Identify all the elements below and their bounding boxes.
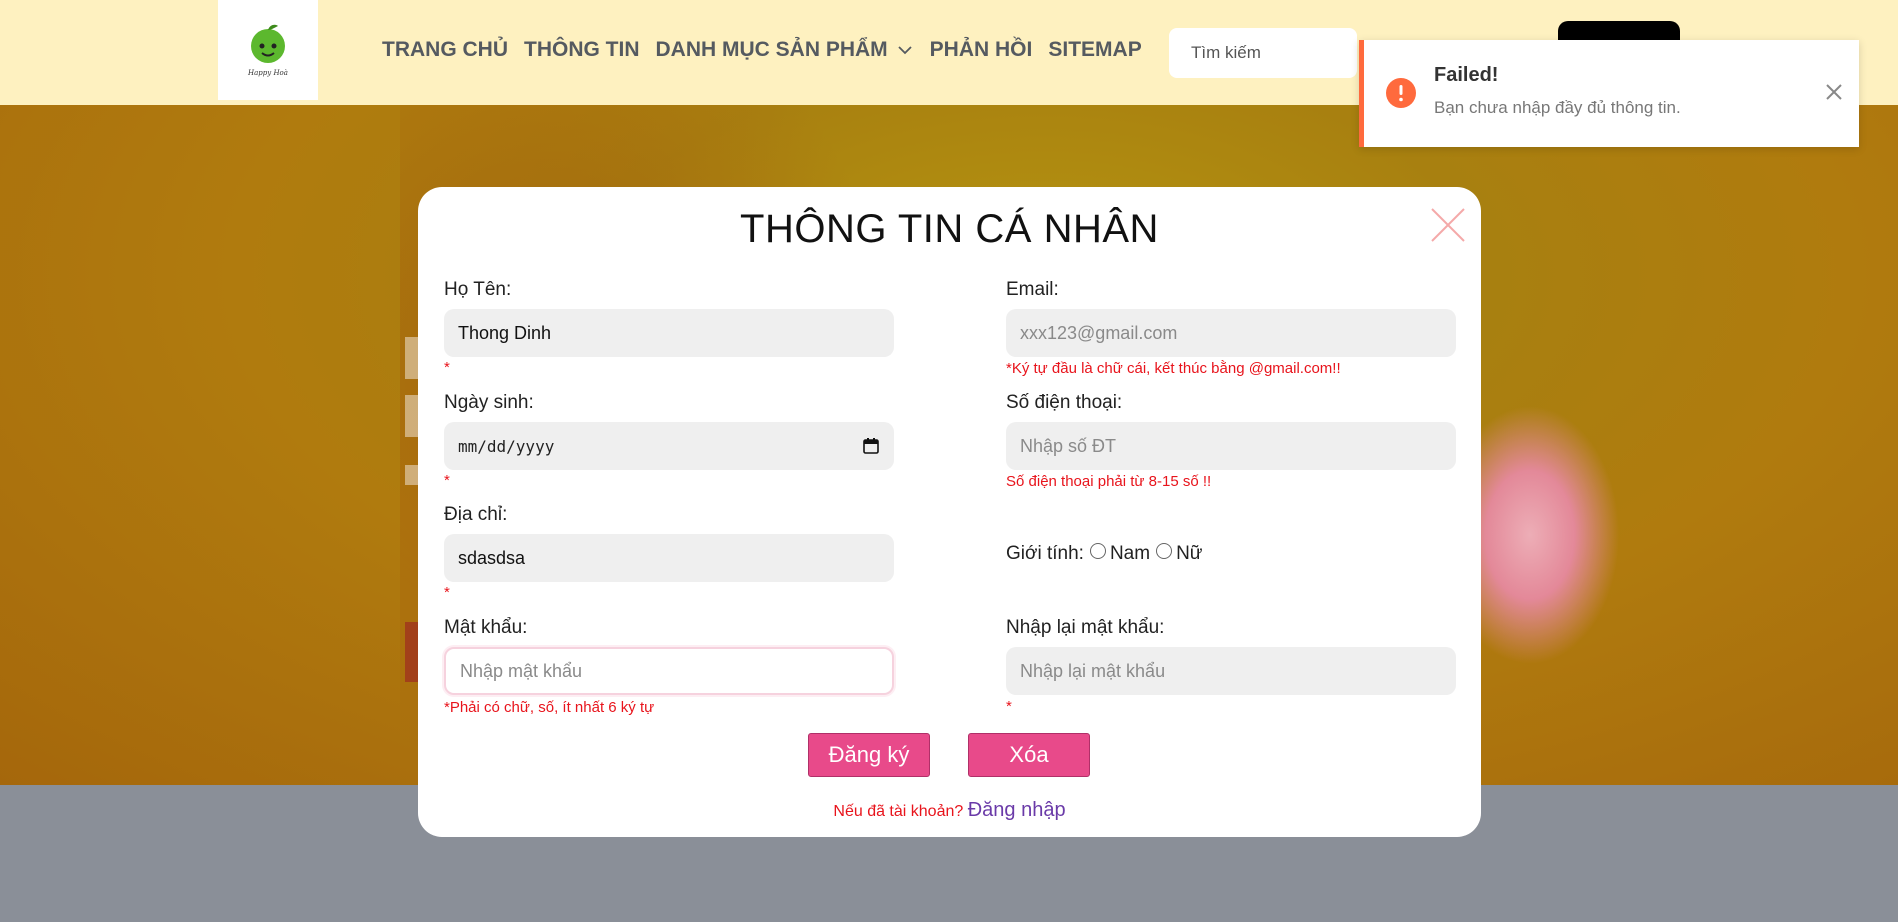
gender-option-male[interactable]: Nam (1110, 543, 1150, 565)
nav-item-feedback[interactable]: PHẢN HỒI (930, 38, 1033, 62)
nav-item-sitemap[interactable]: SITEMAP (1048, 38, 1141, 62)
login-prompt: Nếu đã tài khoản? Đăng nhập (418, 799, 1481, 822)
modal-title: THÔNG TIN CÁ NHÂN (740, 207, 1159, 251)
name-note: * (444, 359, 450, 376)
dob-field[interactable]: mm/dd/yyyy (444, 422, 894, 470)
email-note: *Ký tự đầu là chữ cái, kết thúc bằng @gm… (1006, 360, 1341, 377)
logo-text: Happy Hoà (247, 69, 288, 77)
password-confirm-label: Nhập lại mật khẩu: (1006, 617, 1165, 638)
password-confirm-field[interactable] (1006, 647, 1456, 695)
email-field[interactable] (1006, 309, 1456, 357)
nav-item-label: PHẢN HỒI (929, 38, 1033, 61)
login-prompt-text: Nếu đã tài khoản? (833, 803, 964, 820)
password-field[interactable] (444, 647, 894, 695)
nav-item-label: TRANG CHỦ (382, 38, 508, 61)
error-toast: Failed! Bạn chưa nhập đầy đủ thông tin. (1359, 40, 1859, 147)
address-note: * (444, 584, 450, 601)
toast-message: Bạn chưa nhập đầy đủ thông tin. (1434, 98, 1681, 117)
name-field[interactable] (444, 309, 894, 357)
dob-label: Ngày sinh: (444, 392, 534, 413)
close-icon[interactable] (1824, 82, 1844, 102)
gender-label: Giới tính: (1006, 543, 1084, 564)
address-field[interactable] (444, 534, 894, 582)
password-confirm-note: * (1006, 698, 1012, 715)
nav-item-label: SITEMAP (1048, 38, 1142, 61)
nav-item-about[interactable]: THÔNG TIN (524, 38, 640, 62)
error-icon (1386, 78, 1416, 108)
login-link[interactable]: Đăng nhập (968, 799, 1066, 821)
phone-field[interactable] (1006, 422, 1456, 470)
nav-item-label: THÔNG TIN (524, 38, 640, 61)
dob-value: mm/dd/yyyy (458, 436, 555, 456)
calendar-icon[interactable] (862, 437, 880, 455)
gender-group: Giới tính: Nam Nữ (1006, 543, 1203, 565)
address-label: Địa chỉ: (444, 504, 508, 525)
toast-title: Failed! (1434, 64, 1499, 86)
logo-apple-icon: Happy Hoà (247, 24, 288, 77)
gender-option-female[interactable]: Nữ (1176, 543, 1202, 565)
gender-radio-female[interactable] (1156, 543, 1173, 559)
gender-radio-male[interactable] (1089, 543, 1106, 559)
close-icon[interactable] (1428, 205, 1468, 245)
register-button[interactable]: Đăng ký (808, 733, 930, 777)
email-label: Email: (1006, 279, 1059, 300)
search-input[interactable] (1169, 28, 1357, 78)
phone-label: Số điện thoại: (1006, 392, 1123, 413)
registration-modal: THÔNG TIN CÁ NHÂN Họ Tên: * Ngày sinh: m… (418, 187, 1481, 837)
nav-item-label: DANH MỤC SẢN PHẨM (655, 38, 888, 61)
logo[interactable]: Happy Hoà (218, 0, 318, 100)
name-label: Họ Tên: (444, 279, 512, 300)
dob-note: * (444, 472, 450, 489)
nav-item-home[interactable]: TRANG CHỦ (382, 38, 508, 62)
main-nav: TRANG CHỦ THÔNG TIN DANH MỤC SẢN PHẨM PH… (382, 38, 1158, 62)
chevron-down-icon (898, 46, 912, 55)
nav-item-categories[interactable]: DANH MỤC SẢN PHẨM (656, 38, 914, 62)
hero-text-fragment (405, 465, 419, 485)
phone-note: Số điện thoại phải từ 8-15 số !! (1006, 473, 1212, 490)
password-note: *Phải có chữ, số, ít nhất 6 ký tự (444, 699, 655, 716)
password-label: Mật khẩu: (444, 617, 528, 638)
clear-button[interactable]: Xóa (968, 733, 1090, 777)
